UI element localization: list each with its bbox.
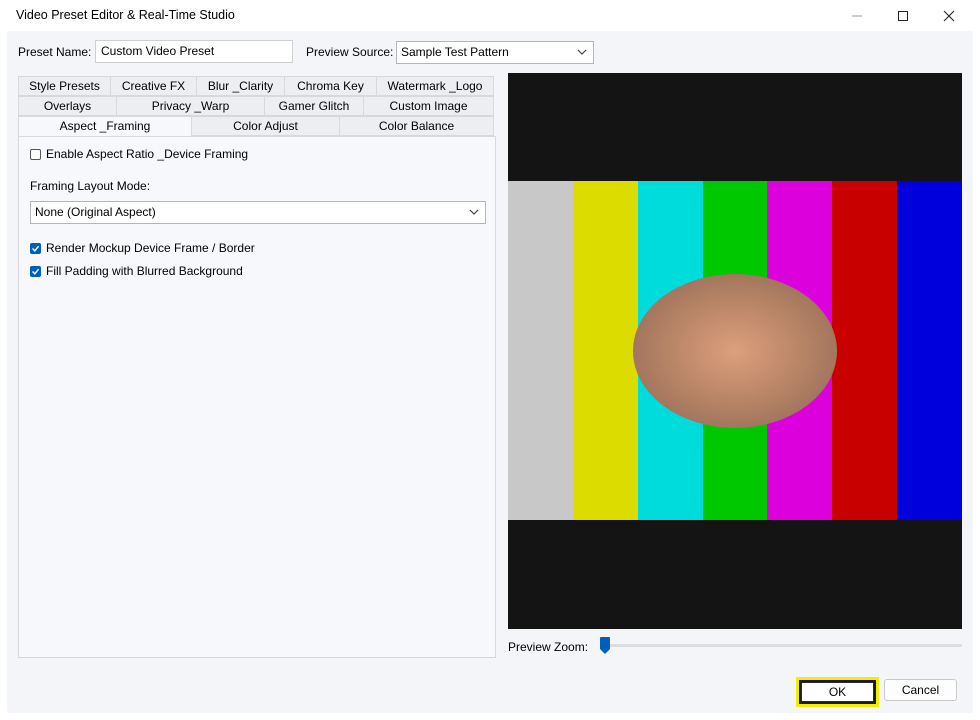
color-bar <box>897 181 962 520</box>
render-device-frame-label: Render Mockup Device Frame / Border <box>46 241 255 255</box>
chevron-down-icon <box>469 209 479 215</box>
ok-button-label: OK <box>828 685 847 699</box>
tab-aspect-framing[interactable]: Aspect _Framing <box>18 116 192 138</box>
chevron-down-icon <box>577 49 587 55</box>
tab-row-1: Style Presets Creative FX Blur _Clarity … <box>18 76 494 96</box>
checkbox-checked-icon <box>30 265 41 277</box>
enable-framing-checkbox[interactable]: Enable Aspect Ratio _Device Framing <box>30 147 248 161</box>
tab-color-balance[interactable]: Color Balance <box>340 116 494 136</box>
checkbox-checked-icon <box>30 242 41 254</box>
preview-source-select[interactable]: Sample Test Pattern <box>396 41 594 64</box>
render-device-frame-checkbox[interactable]: Render Mockup Device Frame / Border <box>30 241 255 255</box>
test-pattern-oval <box>633 274 837 428</box>
framing-layout-mode-value: None (Original Aspect) <box>35 205 156 219</box>
preview-zoom-thumb[interactable] <box>600 637 610 655</box>
checkbox-unchecked-icon <box>30 148 41 160</box>
preview-source-value: Sample Test Pattern <box>401 45 509 59</box>
dialog-client-area: Preset Name: Custom Video Preset Preview… <box>7 31 973 713</box>
enable-framing-label: Enable Aspect Ratio _Device Framing <box>46 147 249 161</box>
tab-row-2: Overlays Privacy _Warp Gamer Glitch Cust… <box>18 96 494 116</box>
preset-name-label: Preset Name: <box>18 45 92 59</box>
close-button[interactable] <box>926 0 972 31</box>
aspect-framing-panel: Enable Aspect Ratio _Device Framing Fram… <box>18 136 496 658</box>
maximize-icon <box>898 10 908 21</box>
color-bar <box>832 181 898 520</box>
preview-canvas <box>508 73 962 629</box>
preview-zoom-label: Preview Zoom: <box>508 640 589 654</box>
fill-padding-checkbox[interactable]: Fill Padding with Blurred Background <box>30 264 243 278</box>
fill-padding-label: Fill Padding with Blurred Background <box>46 264 243 278</box>
tab-blur-clarity[interactable]: Blur _Clarity <box>197 76 285 96</box>
ok-button-focus[interactable]: OK <box>796 677 879 707</box>
window-title: Video Preset Editor & Real-Time Studio <box>16 8 235 22</box>
minimize-icon <box>852 15 862 16</box>
framing-layout-mode-select[interactable]: None (Original Aspect) <box>30 201 486 224</box>
preview-source-label: Preview Source: <box>306 45 394 59</box>
tab-color-adjust[interactable]: Color Adjust <box>192 116 340 136</box>
tab-privacy-warp[interactable]: Privacy _Warp <box>117 96 265 116</box>
color-bar <box>572 181 638 520</box>
close-icon <box>943 10 955 21</box>
tab-gamer-glitch[interactable]: Gamer Glitch <box>265 96 364 116</box>
tab-creative-fx[interactable]: Creative FX <box>111 76 197 96</box>
color-bar <box>508 181 573 520</box>
preset-name-input[interactable]: Custom Video Preset <box>95 40 293 63</box>
tab-row-3: Aspect _Framing Color Adjust Color Balan… <box>18 116 494 138</box>
title-bar: Video Preset Editor & Real-Time Studio <box>0 0 980 31</box>
maximize-button[interactable] <box>880 0 926 31</box>
cancel-button[interactable]: Cancel <box>884 679 957 701</box>
tab-overlays[interactable]: Overlays <box>18 96 117 116</box>
ok-button[interactable]: OK <box>801 682 874 702</box>
tab-watermark-logo[interactable]: Watermark _Logo <box>377 76 494 96</box>
minimize-button[interactable] <box>834 0 880 31</box>
tab-chroma-key[interactable]: Chroma Key <box>285 76 377 96</box>
preview-zoom-track[interactable] <box>602 644 962 647</box>
framing-layout-mode-label: Framing Layout Mode: <box>30 179 151 193</box>
tab-custom-image[interactable]: Custom Image <box>364 96 494 116</box>
tab-style-presets[interactable]: Style Presets <box>18 76 111 96</box>
